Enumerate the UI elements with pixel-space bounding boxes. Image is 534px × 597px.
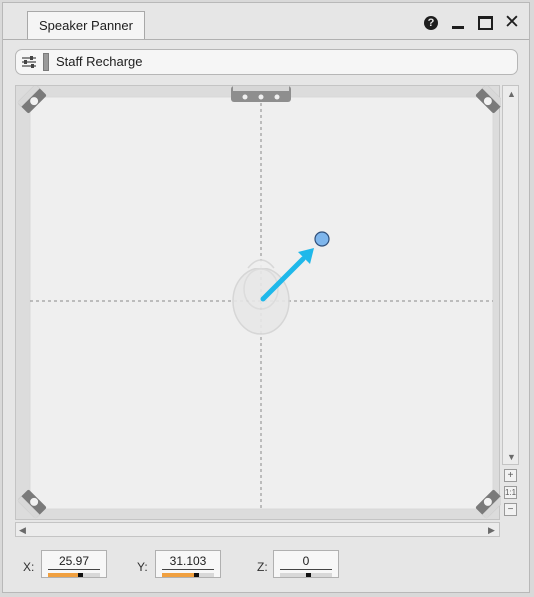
help-circle-icon: ? bbox=[424, 16, 438, 30]
y-coordinate: Y: 31.103 bbox=[137, 550, 247, 580]
event-bar: Staff Recharge bbox=[15, 49, 518, 75]
minimize-button[interactable] bbox=[449, 14, 467, 32]
panner-graphic[interactable] bbox=[16, 86, 501, 521]
x-coordinate: X: 25.97 bbox=[23, 550, 133, 580]
zoom-in-button[interactable]: + bbox=[504, 469, 517, 482]
y-field[interactable]: 31.103 bbox=[155, 550, 221, 578]
vertical-scrollbar[interactable]: ▲ ▼ bbox=[502, 85, 519, 465]
tab-divider bbox=[3, 39, 529, 40]
maximize-button[interactable] bbox=[476, 14, 494, 32]
scroll-left-icon[interactable]: ◀ bbox=[19, 525, 26, 535]
x-underline bbox=[48, 569, 100, 570]
horizontal-scrollbar[interactable]: ◀ ▶ bbox=[15, 522, 500, 537]
scroll-down-icon[interactable]: ▼ bbox=[507, 452, 516, 462]
z-underline bbox=[280, 569, 332, 570]
y-label: Y: bbox=[137, 560, 148, 574]
center-speaker-icon bbox=[231, 86, 291, 102]
panner-canvas[interactable] bbox=[15, 85, 501, 521]
z-value: 0 bbox=[302, 554, 310, 568]
window-controls: ? ✕ bbox=[422, 12, 521, 34]
y-value: 31.103 bbox=[169, 554, 207, 568]
help-button[interactable]: ? bbox=[422, 14, 440, 32]
minimize-icon bbox=[452, 26, 464, 29]
close-button[interactable]: ✕ bbox=[503, 12, 521, 33]
scroll-up-icon[interactable]: ▲ bbox=[507, 89, 516, 99]
x-label: X: bbox=[23, 560, 35, 574]
y-meter bbox=[162, 573, 214, 577]
x-value: 25.97 bbox=[58, 554, 90, 568]
emitter-handle[interactable] bbox=[314, 231, 330, 247]
z-field[interactable]: 0 bbox=[273, 550, 339, 578]
zoom-out-button[interactable]: − bbox=[504, 503, 517, 516]
z-meter bbox=[280, 573, 332, 577]
maximize-icon bbox=[477, 16, 493, 30]
z-coordinate: Z: 0 bbox=[257, 550, 367, 580]
event-name: Staff Recharge bbox=[56, 54, 143, 69]
sliders-icon[interactable] bbox=[21, 55, 37, 69]
event-color-swatch bbox=[43, 53, 49, 71]
x-meter bbox=[48, 573, 100, 577]
x-field[interactable]: 25.97 bbox=[41, 550, 107, 578]
title-bar: Speaker Panner ? ✕ bbox=[3, 3, 529, 41]
zoom-reset-button[interactable]: 1:1 bbox=[504, 486, 517, 499]
speaker-panner-window: Speaker Panner ? ✕ Staff Recharge ▲ ▼ + … bbox=[2, 2, 530, 593]
scroll-right-icon[interactable]: ▶ bbox=[488, 525, 495, 535]
z-label: Z: bbox=[257, 560, 268, 574]
close-icon: ✕ bbox=[504, 12, 520, 33]
tab-speaker-panner[interactable]: Speaker Panner bbox=[27, 11, 145, 39]
y-underline bbox=[162, 569, 214, 570]
